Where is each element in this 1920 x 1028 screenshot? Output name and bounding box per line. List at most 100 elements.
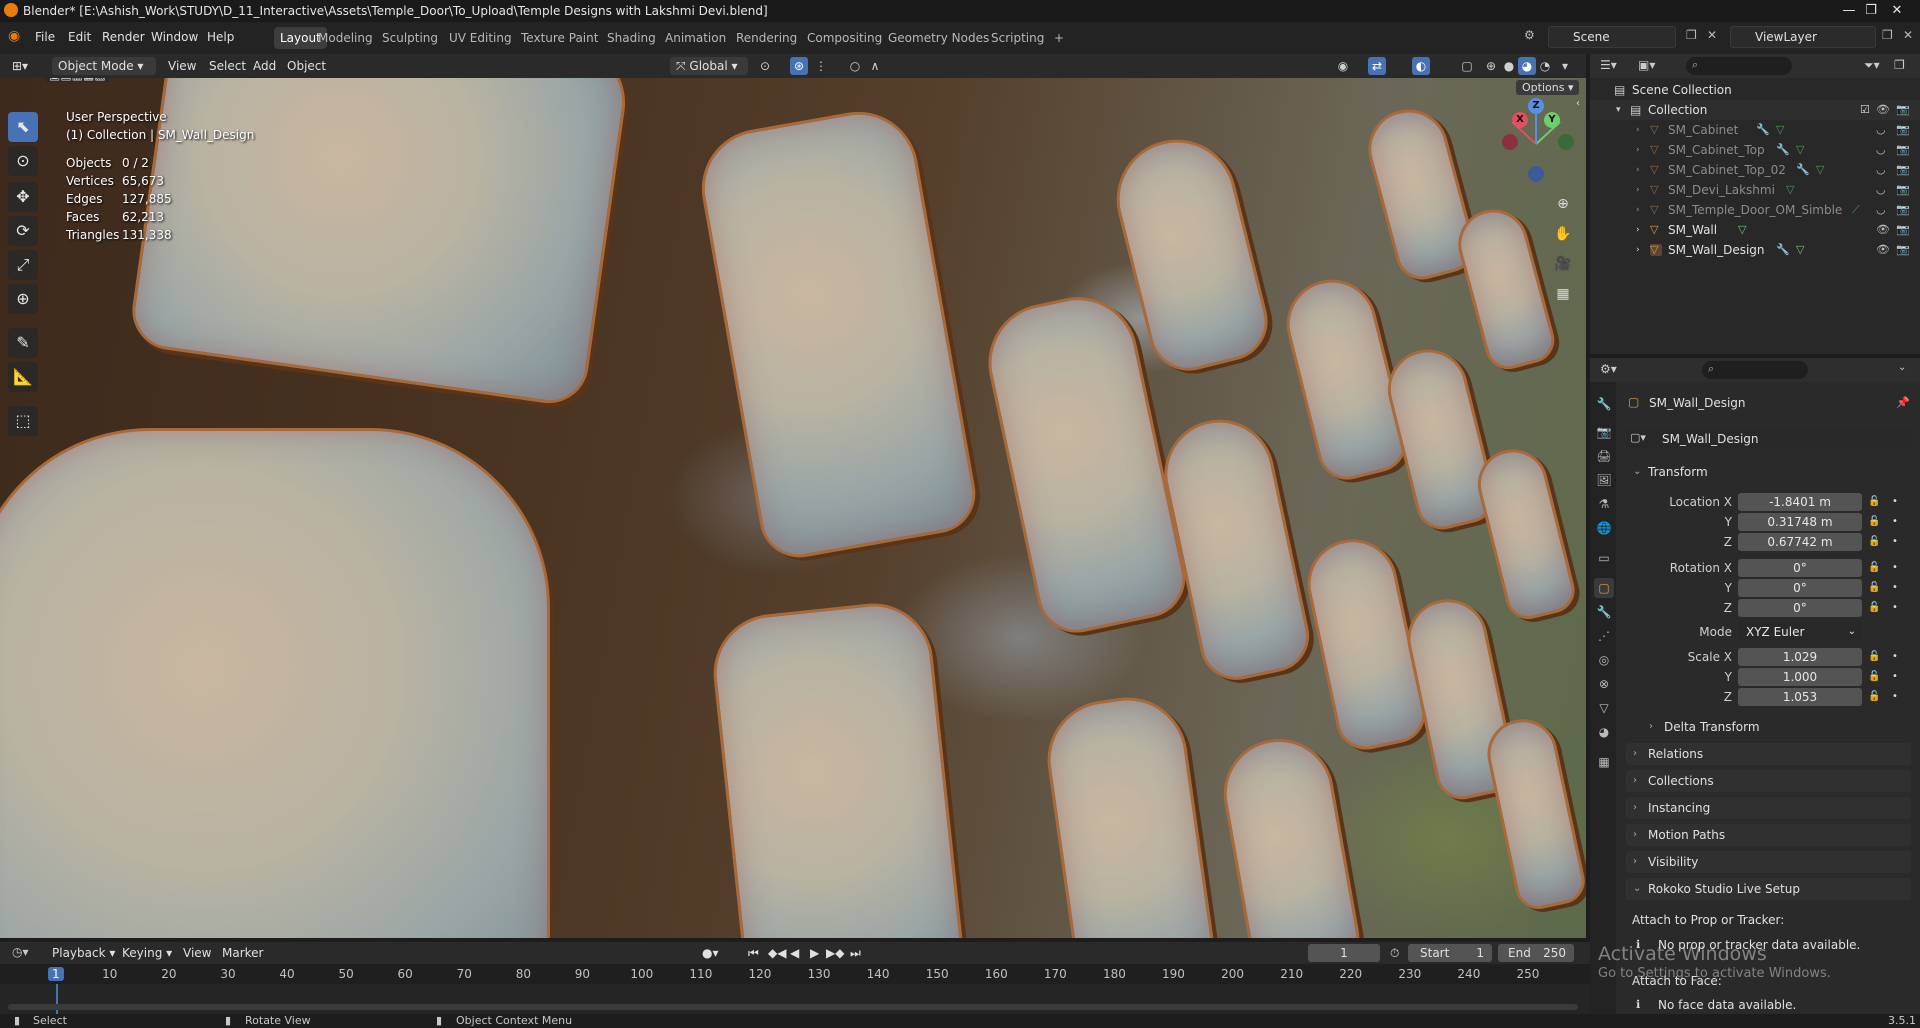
viewport-menu-add[interactable]: Add xyxy=(253,57,276,75)
chevron-right-icon[interactable]: › xyxy=(1636,240,1640,260)
modifier-tab-icon[interactable]: 🔧 xyxy=(1594,602,1614,622)
rotation-x-field[interactable]: 0° xyxy=(1738,559,1862,577)
tab-rendering[interactable]: Rendering xyxy=(730,27,803,49)
timeline-menu-marker[interactable]: Marker xyxy=(222,944,263,962)
tab-animation[interactable]: Animation xyxy=(659,27,732,49)
keyframe-dot-icon[interactable]: • xyxy=(1892,536,1898,547)
close-button[interactable]: ✕ xyxy=(1874,0,1920,22)
ruler-tick[interactable]: 120 xyxy=(749,967,772,981)
current-frame-field[interactable]: 1 xyxy=(1308,944,1380,962)
gizmo-x-axis[interactable]: X xyxy=(1512,112,1528,128)
navigation-gizmo[interactable]: X Y Z xyxy=(1498,98,1574,182)
keyframe-dot-icon[interactable]: • xyxy=(1892,602,1898,613)
xray-icon[interactable]: ▢ xyxy=(1458,57,1476,75)
outliner-search-input[interactable]: ⌕ xyxy=(1686,57,1792,75)
keyframe-dot-icon[interactable]: • xyxy=(1892,496,1898,507)
gizmo-z-axis[interactable]: Z xyxy=(1528,98,1544,114)
rotation-z-field[interactable]: 0° xyxy=(1738,599,1862,617)
ruler-tick[interactable]: 60 xyxy=(398,967,413,981)
panel-delta-transform[interactable]: › Delta Transform xyxy=(1642,716,1911,738)
data-tab-icon[interactable]: ▽ xyxy=(1594,698,1614,718)
measure-tool-icon[interactable]: 📐 xyxy=(8,362,38,392)
ruler-tick[interactable]: 90 xyxy=(575,967,590,981)
falloff-icon[interactable]: ∧ xyxy=(866,57,884,75)
outliner-item-sm-devi-lakshmi[interactable]: › ▽ SM_Devi_Lakshmi ▽ ◡ 📷 xyxy=(1590,180,1920,200)
chevron-down-icon[interactable]: ▾ xyxy=(1616,100,1621,120)
select-mode-icons[interactable]: ▣▤▥▦▧ xyxy=(46,78,109,82)
pin-icon[interactable]: 📌 xyxy=(1896,396,1910,409)
add-workspace-button[interactable]: + xyxy=(1048,27,1070,49)
ruler-tick[interactable]: 250 xyxy=(1517,967,1540,981)
menu-help[interactable]: Help xyxy=(207,30,234,44)
eye-icon[interactable]: 👁 xyxy=(1876,240,1890,260)
chevron-right-icon[interactable]: › xyxy=(1636,180,1640,200)
lock-icon[interactable]: 🔓 xyxy=(1868,516,1880,527)
panel-rokoko-studio[interactable]: ⌄ Rokoko Studio Live Setup xyxy=(1626,878,1911,900)
options-dropdown[interactable]: Options ▾ xyxy=(1516,80,1580,95)
ruler-tick[interactable]: 20 xyxy=(161,967,176,981)
tab-compositing[interactable]: Compositing xyxy=(801,27,888,49)
ruler-tick[interactable]: 140 xyxy=(867,967,890,981)
cursor-tool-icon[interactable]: ⊙ xyxy=(8,146,38,176)
ruler-tick[interactable]: 240 xyxy=(1457,967,1480,981)
play-icon[interactable]: ▶ xyxy=(810,944,819,962)
physics-tab-icon[interactable]: ◎ xyxy=(1594,650,1614,670)
material-tab-icon[interactable]: ◕ xyxy=(1594,722,1614,742)
ruler-tick[interactable]: 10 xyxy=(102,967,117,981)
lock-icon[interactable]: 🔓 xyxy=(1868,691,1880,702)
viewport-menu-view[interactable]: View xyxy=(168,57,196,75)
outliner-item-sm-cabinet-top-02[interactable]: › ▽ SM_Cabinet_Top_02 🔧 ▽ ◡ 📷 xyxy=(1590,160,1920,180)
constraints-tab-icon[interactable]: ⊗ xyxy=(1594,674,1614,694)
ruler-tick[interactable]: 110 xyxy=(689,967,712,981)
transform-panel-header[interactable]: ⌄ Transform xyxy=(1626,461,1911,483)
object-tab-icon[interactable]: ▢ xyxy=(1594,578,1614,598)
shading-options-icon[interactable]: ▾ xyxy=(1556,57,1574,75)
scale-z-field[interactable]: 1.053 xyxy=(1738,688,1862,706)
pan-hand-icon[interactable]: ✋ xyxy=(1551,222,1575,246)
lock-icon[interactable]: 🔓 xyxy=(1868,536,1880,547)
tool-tab-icon[interactable]: 🔧 xyxy=(1594,394,1614,414)
camera-icon[interactable]: 📷 xyxy=(1896,160,1910,180)
tab-sculpting[interactable]: Sculpting xyxy=(376,27,444,49)
eye-icon[interactable]: 👁 xyxy=(1876,100,1890,120)
ruler-tick[interactable]: 200 xyxy=(1221,967,1244,981)
add-cube-tool-icon[interactable]: ⬚ xyxy=(8,406,38,436)
outliner-item-sm-wall[interactable]: › ▽ SM_Wall ▽ 👁 📷 xyxy=(1590,220,1920,240)
wireframe-shading-icon[interactable]: ⊕ xyxy=(1482,57,1500,75)
ruler-tick[interactable]: 220 xyxy=(1339,967,1362,981)
auto-keying-icon[interactable]: ●▾ xyxy=(702,944,719,962)
hidden-eye-icon[interactable]: ◡ xyxy=(1876,200,1886,220)
panel-motion-paths[interactable]: › Motion Paths xyxy=(1626,824,1911,846)
timeline-ruler[interactable]: 1 10 20 30 40 50 60 70 80 90 100 110 120 130 140 150 160… xyxy=(0,964,1590,984)
hidden-eye-icon[interactable]: ◡ xyxy=(1876,140,1886,160)
outliner-editor-icon[interactable]: ☰▾ xyxy=(1600,58,1617,72)
pivot-icon[interactable]: ⊙ xyxy=(756,57,774,75)
timeline-menu-playback[interactable]: Playback ▾ xyxy=(52,944,115,962)
scale-x-field[interactable]: 1.029 xyxy=(1738,648,1862,666)
outliner-collection[interactable]: ▾ ▤ Collection ☑ 👁 📷 xyxy=(1590,100,1920,120)
chevron-right-icon[interactable]: › xyxy=(1636,160,1640,180)
hidden-eye-icon[interactable]: ◡ xyxy=(1876,160,1886,180)
stopwatch-icon[interactable]: ⏱ xyxy=(1390,944,1399,962)
ruler-tick[interactable]: 70 xyxy=(457,967,472,981)
world-tab-icon[interactable]: 🌐 xyxy=(1594,518,1614,538)
rendered-shading-icon[interactable]: ◔ xyxy=(1536,57,1554,75)
panel-instancing[interactable]: › Instancing xyxy=(1626,797,1911,819)
keyframe-dot-icon[interactable]: • xyxy=(1892,651,1898,662)
gizmo-toggle-icon[interactable]: ⇄ xyxy=(1368,57,1386,75)
hidden-eye-icon[interactable]: ◡ xyxy=(1876,120,1886,140)
location-x-field[interactable]: -1.8401 m xyxy=(1738,493,1862,511)
render-tab-icon[interactable]: 📷 xyxy=(1594,422,1614,442)
solid-shading-icon[interactable]: ● xyxy=(1500,57,1518,75)
ruler-tick[interactable]: 190 xyxy=(1162,967,1185,981)
chevron-right-icon[interactable]: › xyxy=(1636,200,1640,220)
lock-icon[interactable]: 🔓 xyxy=(1868,671,1880,682)
new-view-layer-icon[interactable]: ❐ xyxy=(1882,28,1893,42)
menu-window[interactable]: Window xyxy=(151,30,198,44)
rotation-mode-dropdown[interactable]: XYZ Euler ⌄ xyxy=(1738,623,1862,641)
outliner-scene-collection[interactable]: ▤ Scene Collection xyxy=(1590,80,1920,100)
timeline-scrollbar[interactable] xyxy=(8,1004,1578,1010)
lock-icon[interactable]: 🔓 xyxy=(1868,496,1880,507)
start-frame-field[interactable]: Start 1 xyxy=(1408,944,1492,962)
collection-tab-icon[interactable]: ▭ xyxy=(1594,548,1614,568)
